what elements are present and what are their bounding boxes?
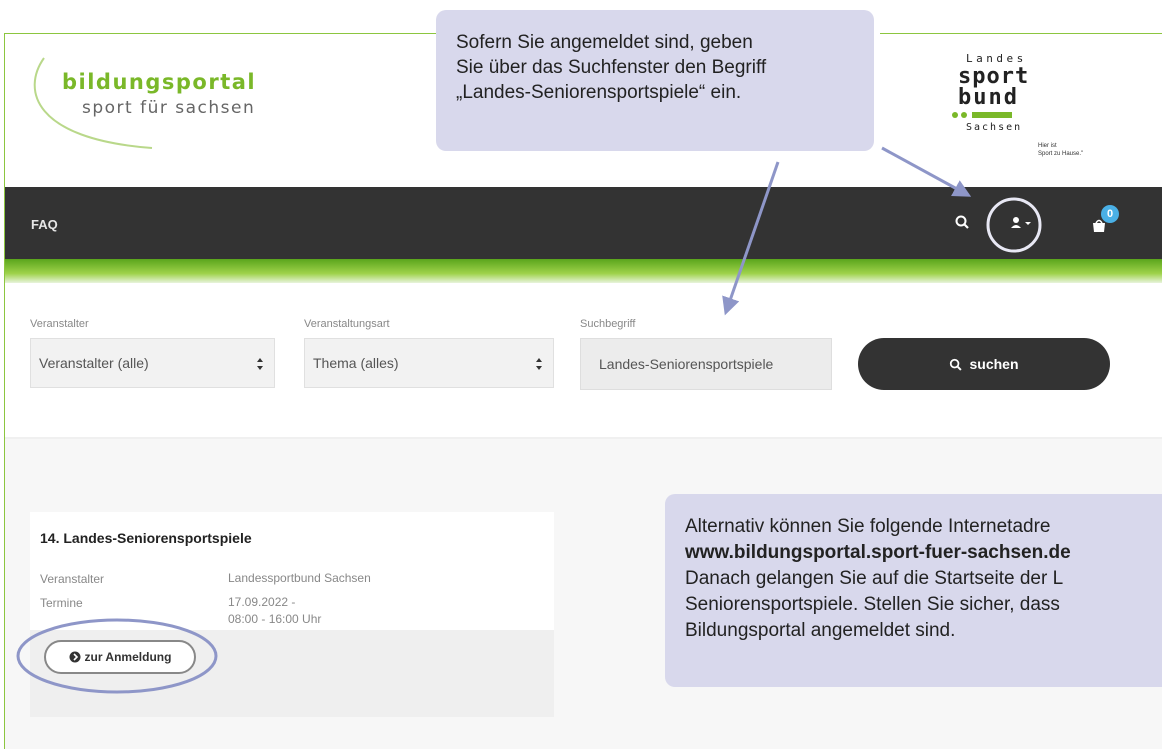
annotation-circle-user [986, 197, 1042, 253]
annotation-overlay [16, 146, 1042, 694]
annotation-ellipse-anmeldung [16, 618, 218, 694]
annotation-arrow-to-user [881, 146, 972, 197]
annotation-arrow-to-search [722, 161, 780, 316]
